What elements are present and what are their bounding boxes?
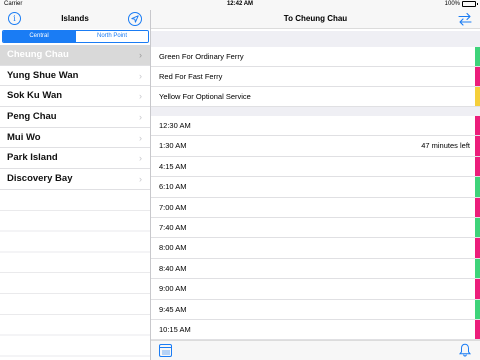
departure-row[interactable]: 12:30 AM (151, 116, 480, 137)
island-label: Cheung Chau (7, 49, 69, 60)
island-item[interactable]: Sok Ku Wan › (0, 86, 150, 108)
chevron-right-icon: › (139, 50, 142, 60)
departure-list: 12:30 AM 1:30 AM 47 minutes left 4:15 AM 6:1… (151, 116, 480, 341)
departure-row[interactable]: 8:00 AM (151, 238, 480, 259)
departure-row[interactable]: 6:10 AM (151, 177, 480, 198)
chevron-right-icon: › (139, 91, 142, 102)
legend-label: Red For Fast Ferry (159, 72, 223, 81)
departure-time: 7:40 AM (159, 222, 187, 232)
departure-time: 8:40 AM (159, 263, 187, 273)
departure-time: 12:30 AM (159, 121, 191, 130)
chevron-right-icon: › (139, 70, 142, 81)
island-label: Sok Ku Wan (7, 90, 63, 102)
ferry-type-color-bar (475, 279, 480, 299)
departure-time: 7:00 AM (159, 202, 187, 212)
pier-segmented-control: Central North Point (2, 30, 149, 43)
islands-panel: i Islands Central North Point Cheung Cha… (0, 10, 151, 360)
departure-row[interactable]: 7:00 AM (151, 197, 480, 218)
island-item[interactable]: Yung Shue Wan › (0, 66, 150, 87)
legend-row: Red For Fast Ferry (151, 67, 480, 87)
chevron-right-icon: › (139, 153, 142, 164)
bottom-toolbar (151, 340, 480, 360)
departure-row[interactable]: 1:30 AM 47 minutes left (151, 136, 480, 157)
island-item[interactable]: Discovery Bay › (0, 169, 150, 190)
departure-row[interactable]: 9:45 AM (151, 299, 480, 320)
swap-direction-icon[interactable] (458, 12, 472, 31)
departure-time: 9:00 AM (159, 284, 187, 294)
departure-time: 9:45 AM (159, 304, 187, 314)
time-remaining-label: 47 minutes left (421, 141, 470, 151)
calendar-icon[interactable] (159, 344, 172, 357)
location-arrow-icon[interactable] (128, 12, 142, 26)
departure-row[interactable]: 7:40 AM (151, 217, 480, 239)
island-item[interactable]: Park Island › (0, 148, 150, 170)
departure-time: 1:30 AM (159, 141, 187, 151)
legend-row: Green For Ordinary Ferry (151, 47, 480, 67)
ferry-type-color-bar (475, 67, 480, 86)
legend-label: Green For Ordinary Ferry (159, 52, 244, 61)
ferry-type-color-bar (475, 177, 480, 197)
ferry-type-color-bar (475, 238, 480, 258)
bell-icon[interactable] (459, 343, 471, 360)
departure-row[interactable]: 10:15 AM (151, 319, 480, 341)
island-item[interactable]: Mui Wo › (0, 128, 150, 149)
schedule-nav-bar: To Cheung Chau (151, 10, 480, 29)
ferry-type-color-bar (475, 319, 480, 340)
schedule-panel: To Cheung Chau Green For Ordinary Ferry R… (151, 10, 480, 360)
empty-list-area (0, 190, 150, 360)
battery-icon (462, 1, 478, 7)
ferry-type-color-bar (475, 156, 480, 177)
schedule-title: To Cheung Chau (283, 14, 348, 23)
island-label: Mui Wo (7, 131, 41, 143)
legend-row: Yellow For Optional Service (151, 87, 480, 107)
departure-row[interactable]: 9:00 AM (151, 279, 480, 300)
segment-central[interactable]: Central (3, 31, 75, 42)
ferry-type-color-bar (475, 136, 480, 156)
legend-label: Yellow For Optional Service (159, 92, 251, 101)
departure-row[interactable]: 4:15 AM (151, 156, 480, 178)
ferry-type-color-bar (475, 299, 480, 319)
battery-indicator: 100% (444, 1, 478, 7)
section-spacer (151, 31, 480, 47)
departure-time: 6:10 AM (159, 182, 187, 192)
island-item[interactable]: Cheung Chau › (0, 45, 150, 66)
segment-north-point[interactable]: North Point (75, 31, 148, 42)
chevron-right-icon: › (139, 112, 142, 123)
ferry-type-color-bar (475, 217, 480, 238)
status-time: 12:42 AM (226, 1, 254, 7)
departure-time: 8:00 AM (159, 243, 187, 253)
ferry-type-color-bar (475, 87, 480, 106)
island-label: Park Island (7, 152, 58, 164)
ferry-type-color-bar (475, 47, 480, 66)
status-bar: Carrier 12:42 AM 100% (0, 0, 480, 10)
island-label: Yung Shue Wan (7, 69, 79, 81)
island-item[interactable]: Peng Chau › (0, 107, 150, 128)
color-legend: Green For Ordinary Ferry Red For Fast Fer… (151, 47, 480, 107)
islands-nav-bar: i Islands (0, 10, 150, 29)
chevron-right-icon: › (139, 132, 142, 143)
island-label: Peng Chau (7, 111, 57, 123)
ferry-type-color-bar (475, 258, 480, 279)
chevron-right-icon: › (139, 174, 142, 185)
ferry-type-color-bar (475, 116, 480, 136)
section-spacer (151, 107, 480, 116)
island-label: Discovery Bay (7, 173, 73, 185)
departure-time: 10:15 AM (159, 324, 191, 334)
departure-time: 4:15 AM (159, 161, 187, 171)
island-list: Cheung Chau › Yung Shue Wan › Sok Ku Wan › Pen… (0, 45, 150, 190)
ferry-type-color-bar (475, 197, 480, 217)
departure-row[interactable]: 8:40 AM (151, 258, 480, 280)
battery-percent: 100% (444, 1, 460, 7)
